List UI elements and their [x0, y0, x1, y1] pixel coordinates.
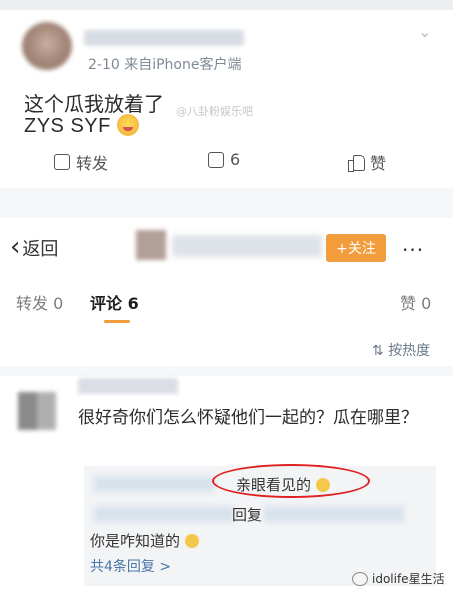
follow-button[interactable]: +关注	[326, 234, 386, 262]
forward-icon	[54, 154, 70, 170]
tab-bar: 转发 0 评论 6 赞 0	[0, 290, 453, 330]
view-more-replies[interactable]: 共4条回复 >	[90, 556, 171, 576]
emoji-icon	[116, 114, 139, 136]
comment-button[interactable]: 6	[208, 150, 240, 169]
section-gap	[0, 188, 453, 218]
commenter-name-blurred[interactable]	[78, 378, 178, 394]
username-blurred[interactable]	[84, 30, 244, 46]
tab-comment[interactable]: 评论 6	[90, 290, 139, 314]
sort-icon: ⇅	[372, 343, 384, 359]
post-text-line2: ZYS SYF	[24, 114, 139, 138]
highlight-ellipse	[212, 464, 370, 498]
avatar[interactable]	[18, 392, 56, 430]
avatar[interactable]	[22, 22, 72, 70]
top-strip	[0, 0, 453, 10]
tab-underline	[104, 320, 130, 323]
back-label: 返回	[22, 239, 59, 260]
emoji-icon	[184, 534, 199, 548]
reply-text: 你是咋知道的	[90, 532, 181, 550]
comment-text: 很好奇你们怎么怀疑他们一起的？瓜在哪里？	[78, 408, 418, 428]
reply-line3: 你是咋知道的	[90, 530, 199, 551]
post-actions: 转发 6 赞	[0, 150, 453, 176]
forward-label: 转发	[76, 154, 109, 173]
reply-user-blurred[interactable]	[94, 476, 214, 492]
like-button[interactable]: 赞	[348, 150, 386, 174]
comment-icon	[208, 151, 224, 168]
more-icon[interactable]: ···	[402, 238, 424, 262]
sort-label: 按热度	[388, 343, 431, 359]
forward-button[interactable]: 转发	[54, 150, 108, 174]
reply-line2: 回复	[232, 506, 263, 524]
brand-label: idolife星生活	[372, 572, 445, 586]
comment-count: 6	[230, 150, 241, 169]
back-button[interactable]: ‹ 返回	[10, 232, 59, 262]
header-avatar[interactable]	[136, 230, 166, 260]
tab-like[interactable]: 赞 0	[400, 290, 431, 314]
watermark: @八卦粉娱乐吧	[176, 105, 253, 118]
chevron-down-icon[interactable]: ⌄	[418, 22, 431, 41]
tab-forward[interactable]: 转发 0	[16, 290, 63, 314]
reply-user-blurred[interactable]	[94, 506, 234, 522]
wechat-icon	[352, 571, 368, 586]
post-text-tags: ZYS SYF	[24, 115, 111, 137]
header-username-blurred[interactable]	[172, 235, 322, 257]
thumbs-up-icon	[348, 154, 365, 172]
post-text-line1: 这个瓜我放着了	[24, 92, 164, 116]
post-meta: 2-10 来自iPhone客户端	[88, 57, 242, 73]
brand-watermark: idolife星生活	[352, 570, 445, 587]
divider	[0, 366, 453, 376]
like-label: 赞	[370, 154, 387, 173]
chevron-left-icon: ‹	[10, 232, 21, 262]
reply-text-blurred	[264, 506, 404, 522]
sort-toggle[interactable]: ⇅ 按热度	[372, 340, 430, 360]
